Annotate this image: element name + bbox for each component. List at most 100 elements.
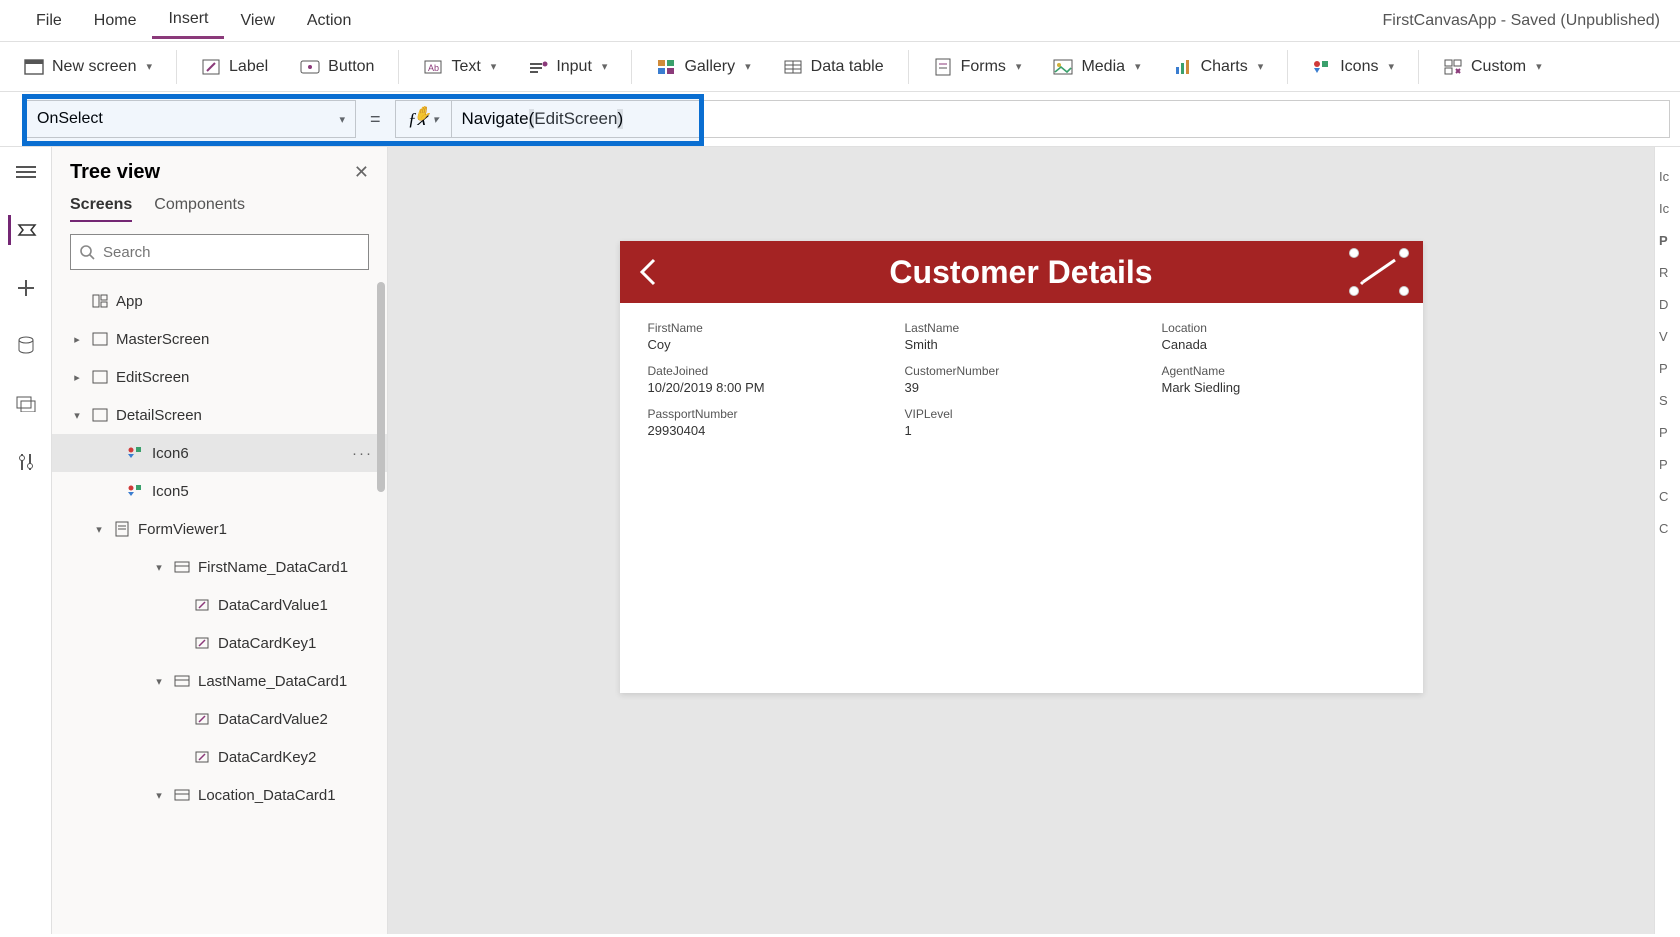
field-label: CustomerNumber [905,364,1138,378]
media-button[interactable]: Media ▾ [1039,51,1154,83]
icons-button[interactable]: Icons ▾ [1298,51,1408,83]
field-value: 1 [905,423,1138,438]
back-arrow-icon[interactable] [636,256,660,288]
custom-icon [1443,57,1463,77]
form-icon [112,520,132,538]
scrollbar-thumb[interactable] [377,282,385,492]
field-value: Mark Siedling [1162,380,1395,395]
input-button[interactable]: Input ▾ [514,51,621,83]
new-screen-button[interactable]: New screen ▾ [10,51,166,83]
add-rail-button[interactable] [8,273,44,303]
data-rail-button[interactable] [8,331,44,361]
field-value: 10/20/2019 8:00 PM [648,380,881,395]
forms-button[interactable]: Forms ▾ [919,51,1036,83]
rp-line: P [1659,417,1676,449]
text-button[interactable]: Ab Text ▾ [409,51,510,83]
edit-icon-selected[interactable] [1351,250,1407,294]
data-table-label: Data table [811,58,884,76]
tree-label: Icon5 [152,483,189,500]
formula-input[interactable]: Navigate(EditScreen) [451,100,1670,138]
button-text: Button [328,58,374,76]
tab-components[interactable]: Components [154,196,245,222]
canvas[interactable]: Customer Details FirstNameCoy LastNameSm… [388,147,1654,934]
chevron-down-icon: ▾ [1135,60,1141,73]
rp-line: R [1659,257,1676,289]
tree-node-datacardkey1[interactable]: DataCardKey1 [52,624,387,662]
data-table-button[interactable]: Data table [769,51,898,83]
tree-node-icon6[interactable]: Icon6 ··· [52,434,387,472]
tree-node-masterscreen[interactable]: ▸ MasterScreen [52,320,387,358]
more-button[interactable]: ··· [352,445,373,462]
charts-button[interactable]: Charts ▾ [1159,51,1278,83]
tab-screens[interactable]: Screens [70,196,132,222]
tree-node-formviewer1[interactable]: ▾ FormViewer1 [52,510,387,548]
tree-node-datacardvalue1[interactable]: DataCardValue1 [52,586,387,624]
advanced-rail-button[interactable] [8,447,44,477]
field-value: Canada [1162,337,1395,352]
tree-label: App [116,293,143,310]
gallery-button[interactable]: Gallery ▾ [642,51,764,83]
tree-node-detailscreen[interactable]: ▾ DetailScreen [52,396,387,434]
field-label: LastName [905,321,1138,335]
tree-node-app[interactable]: App [52,282,387,320]
chevron-down-icon: ▾ [339,113,345,126]
field-label: PassportNumber [648,407,881,421]
tree-node-location-datacard[interactable]: ▾ Location_DataCard1 [52,776,387,814]
tree-node-datacardvalue2[interactable]: DataCardValue2 [52,700,387,738]
tree-label: LastName_DataCard1 [198,673,347,690]
search-icon [79,244,95,260]
gallery-icon [656,57,676,77]
field-datejoined: DateJoined 10/20/2019 8:00 PM [648,364,881,395]
app-header: Customer Details [620,241,1423,303]
expand-caret[interactable]: ▸ [70,333,84,346]
tree-label: FirstName_DataCard1 [198,559,348,576]
equals-label: = [356,109,395,130]
field-label: DateJoined [648,364,881,378]
edit-pencil-icon [1357,256,1401,288]
tree-node-firstname-datacard[interactable]: ▾ FirstName_DataCard1 [52,548,387,586]
custom-button[interactable]: Custom ▾ [1429,51,1556,83]
rp-line: P [1659,225,1676,257]
menu-home[interactable]: Home [78,4,153,38]
tree-node-editscreen[interactable]: ▸ EditScreen [52,358,387,396]
menu-view[interactable]: View [224,4,290,38]
hamburger-button[interactable] [8,157,44,187]
collapse-caret[interactable]: ▾ [152,789,166,802]
tree-node-lastname-datacard[interactable]: ▾ LastName_DataCard1 [52,662,387,700]
collapse-caret[interactable]: ▾ [152,675,166,688]
collapse-caret[interactable]: ▾ [92,523,106,536]
field-firstname: FirstNameCoy [648,321,881,352]
expand-caret[interactable]: ▸ [70,371,84,384]
tree-view-panel: Tree view ✕ Screens Components App ▸ Ma [52,147,388,934]
menu-file[interactable]: File [20,4,78,38]
tree-node-datacardkey2[interactable]: DataCardKey2 [52,738,387,776]
menu-insert[interactable]: Insert [152,2,224,39]
media-rail-button[interactable] [8,389,44,419]
button-button[interactable]: Button [286,51,388,83]
tree-label: DataCardValue1 [218,597,328,614]
tree-node-icon5[interactable]: Icon5 [52,472,387,510]
new-screen-label: New screen [52,58,136,76]
label-button[interactable]: Label [187,51,282,83]
icons-label: Icons [1340,58,1378,76]
charts-label: Charts [1201,58,1248,76]
property-dropdown[interactable]: OnSelect ▾ [26,100,356,138]
fx-button[interactable]: ƒ𝑥 ▾ ✋ [395,100,451,138]
properties-panel: Ic Ic P R D V P S P P C C [1654,147,1680,934]
search-input[interactable] [103,244,360,261]
ribbon: New screen ▾ Label Button Ab Text ▾ Inpu… [0,42,1680,92]
close-button[interactable]: ✕ [354,162,369,183]
search-box[interactable] [70,234,369,270]
media-label: Media [1081,58,1125,76]
field-label: AgentName [1162,364,1395,378]
tree-view-rail-button[interactable] [8,215,44,245]
field-value: Coy [648,337,881,352]
field-value: 29930404 [648,423,881,438]
collapse-caret[interactable]: ▾ [70,409,84,422]
custom-label: Custom [1471,58,1526,76]
main-area: Tree view ✕ Screens Components App ▸ Ma [0,147,1680,934]
collapse-caret[interactable]: ▾ [152,561,166,574]
screen-icon [90,406,110,424]
app-icon [90,292,110,310]
menu-action[interactable]: Action [291,4,367,38]
